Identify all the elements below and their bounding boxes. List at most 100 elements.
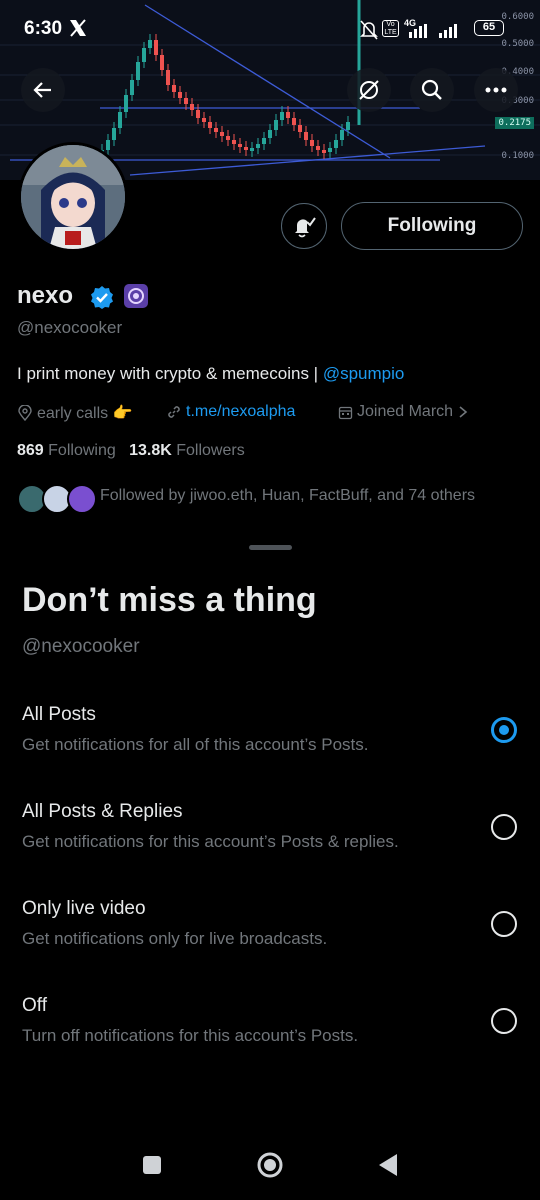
candle-body — [184, 98, 188, 104]
avatar[interactable] — [18, 142, 128, 252]
candle-body — [244, 147, 248, 150]
sheet-title: Don’t miss a thing — [22, 581, 317, 619]
option-live-video-desc: Get notifications only for live broadcas… — [22, 929, 328, 948]
bell-check-icon — [295, 217, 316, 238]
candle-body — [202, 118, 206, 122]
x-logo-icon — [70, 19, 86, 37]
affiliate-badge-icon[interactable] — [124, 284, 148, 308]
sheet-drag-handle[interactable] — [249, 545, 292, 550]
option-posts-replies-title[interactable]: All Posts & Replies — [22, 801, 183, 823]
candle-body — [214, 128, 218, 132]
option-live-video-title[interactable]: Only live video — [22, 898, 146, 920]
candle-body — [112, 128, 116, 140]
profile-handle: @nexocooker — [17, 318, 123, 337]
verified-badge-icon — [91, 286, 113, 309]
option-posts-replies-radio[interactable] — [491, 814, 517, 840]
sheet-handle: @nexocooker — [22, 636, 140, 657]
notification-sheet — [0, 528, 540, 1200]
volte-badge: Vo LTE — [382, 20, 399, 37]
candle-body — [226, 136, 230, 140]
followed-by-text[interactable]: Followed by jiwoo.eth, Huan, FactBuff, a… — [100, 487, 475, 505]
candle-body — [298, 125, 302, 132]
joined-text: Joined March — [357, 403, 454, 420]
follower-avatar — [67, 484, 97, 514]
candle-body — [190, 104, 194, 110]
candle-body — [250, 148, 254, 151]
candle-body — [304, 132, 308, 140]
candle-body — [334, 140, 338, 148]
mute-bell-icon — [360, 20, 378, 40]
candle-body — [130, 80, 134, 95]
arrow-left-icon — [33, 82, 51, 98]
status-bar: 6:30 Vo LTE 4G 65 — [0, 0, 540, 60]
bio-text: I print money with crypto & memecoins | — [17, 364, 323, 383]
location-text: early calls 👉 — [37, 405, 133, 422]
candle-body — [292, 118, 296, 125]
candle-body — [316, 146, 320, 150]
candle-body — [322, 150, 326, 153]
followers-label: Followers — [176, 442, 245, 459]
option-off-title[interactable]: Off — [22, 995, 47, 1017]
profile-location: early calls 👉 — [17, 403, 133, 423]
home-button[interactable] — [256, 1151, 284, 1179]
candle-body — [238, 144, 242, 147]
candle-body — [310, 140, 314, 146]
website-link[interactable]: t.me/nexoalpha — [186, 403, 295, 421]
notification-bell-button[interactable] — [281, 203, 327, 249]
followers-count: 13.8K — [129, 442, 172, 459]
current-price-tag: 0.2175 — [495, 117, 534, 129]
back-nav-button[interactable] — [376, 1152, 400, 1178]
candle-body — [172, 85, 176, 92]
candle-body — [232, 140, 236, 144]
candle-body — [280, 112, 284, 120]
candle-body — [178, 92, 182, 98]
back-button[interactable] — [21, 68, 65, 112]
candle-body — [262, 138, 266, 144]
eye-off-circle-icon — [359, 80, 379, 100]
link-icon — [168, 406, 180, 418]
chevron-right-icon — [459, 406, 468, 418]
option-all-posts-desc: Get notifications for all of this accoun… — [22, 735, 369, 754]
hide-button[interactable] — [347, 68, 391, 112]
price-tick: 0.1000 — [501, 151, 534, 161]
battery-indicator: 65 — [474, 20, 504, 36]
recents-button[interactable] — [143, 1156, 161, 1174]
affiliate-logo-icon — [128, 288, 144, 304]
candle-body — [124, 95, 128, 112]
following-button[interactable]: Following — [341, 202, 523, 250]
followers-count-link[interactable]: 13.8K Followers — [129, 442, 245, 459]
avatar-image — [21, 145, 125, 249]
candle-body — [286, 112, 290, 118]
display-name: nexo — [17, 282, 74, 309]
location-pin-icon — [18, 405, 32, 421]
option-live-video-radio[interactable] — [491, 911, 517, 937]
following-count: 869 — [17, 442, 44, 459]
option-all-posts-title[interactable]: All Posts — [22, 704, 96, 726]
option-all-posts-radio[interactable] — [491, 717, 517, 743]
option-off-radio[interactable] — [491, 1008, 517, 1034]
more-horizontal-icon — [485, 87, 507, 93]
candle-body — [208, 122, 212, 128]
search-icon — [421, 79, 442, 100]
profile-joined: Joined March — [338, 403, 469, 421]
candle-body — [220, 132, 224, 136]
profile-bio: I print money with crypto & memecoins | … — [17, 364, 404, 384]
candle-body — [328, 148, 332, 152]
signal-icon — [409, 24, 457, 38]
option-posts-replies-desc: Get notifications for this account’s Pos… — [22, 832, 399, 851]
following-count-link[interactable]: 869 Following — [17, 442, 116, 459]
candle-body — [166, 70, 170, 85]
candle-body — [136, 62, 140, 80]
candle-body — [274, 120, 278, 130]
candle-body — [118, 112, 122, 128]
candle-body — [106, 140, 110, 150]
status-time: 6:30 — [24, 18, 63, 39]
option-off-desc: Turn off notifications for this account’… — [22, 1026, 359, 1045]
candle-body — [196, 110, 200, 118]
search-button[interactable] — [410, 68, 454, 112]
follow-counts: 869 Following 13.8K Followers — [17, 442, 245, 460]
profile-website[interactable]: t.me/nexoalpha — [166, 403, 295, 421]
more-button[interactable] — [474, 68, 518, 112]
following-label: Following — [48, 442, 116, 459]
bio-mention-link[interactable]: @spumpio — [323, 364, 405, 383]
